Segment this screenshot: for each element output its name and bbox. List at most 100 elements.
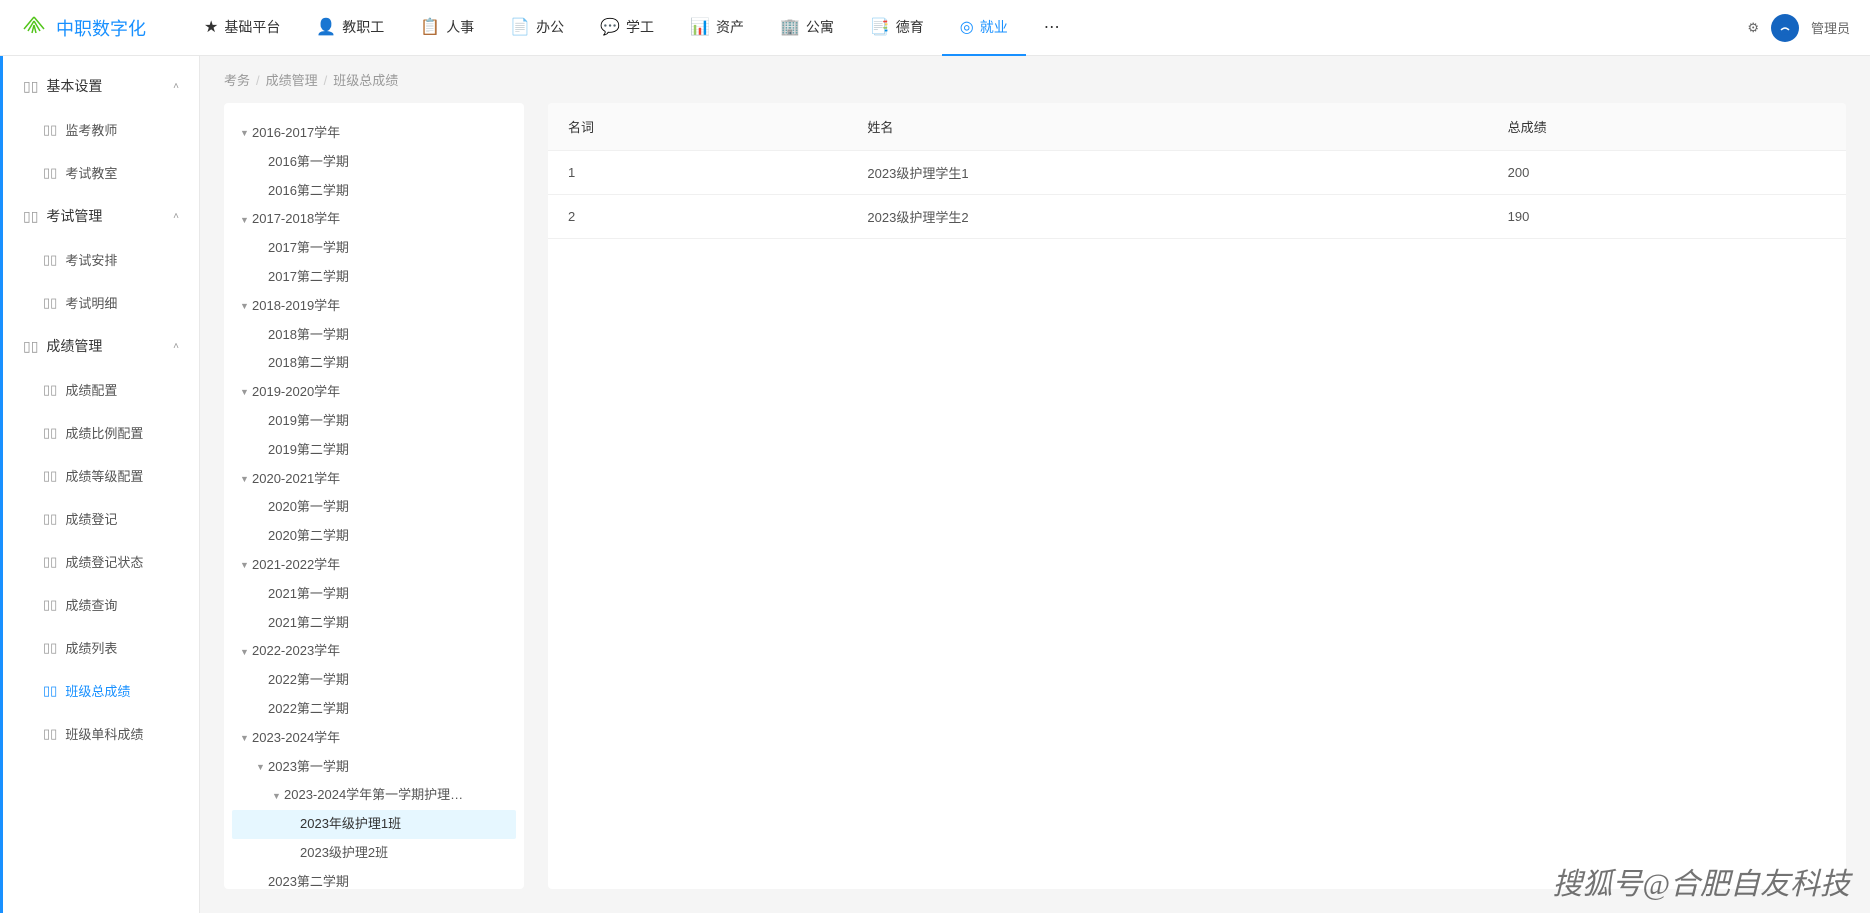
sidebar: ▯▯基本设置˄▯▯监考教师▯▯考试教室▯▯考试管理˄▯▯考试安排▯▯考试明细▯▯… [0,56,200,913]
book-icon: ▯▯ [43,425,57,441]
tree-node[interactable]: ▼2020-2021学年 [232,465,516,494]
book-icon: ▯▯ [43,726,57,742]
tree-label-text: 2018第二学期 [268,353,349,374]
chevron-up-icon: ˄ [173,81,179,92]
table-cell-index: 1 [548,151,847,195]
book-icon: ▯▯ [43,122,57,138]
tree-node[interactable]: 2023年级护理1班 [232,810,516,839]
menu-group-0[interactable]: ▯▯基本设置˄ [3,64,199,108]
menu-item-label: 成绩等级配置 [65,466,143,485]
logo[interactable]: 中职数字化 [20,14,146,42]
menu-item-1-1[interactable]: ▯▯考试明细 [3,281,199,324]
tree-node[interactable]: ▼2023-2024学年 [232,724,516,753]
top-nav-item-0[interactable]: ★ 基础平台 [186,0,298,56]
tree-node[interactable]: 2023级护理2班 [232,839,516,868]
menu-item-0-0[interactable]: ▯▯监考教师 [3,108,199,151]
menu-item-2-1[interactable]: ▯▯成绩比例配置 [3,411,199,454]
tree-node[interactable]: ▼2019-2020学年 [232,378,516,407]
caret-down-icon: ▼ [256,760,268,774]
book-icon: ▯▯ [43,683,57,699]
menu-item-2-3[interactable]: ▯▯成绩登记 [3,497,199,540]
avatar[interactable] [1771,14,1799,42]
tree-node[interactable]: ▼2022-2023学年 [232,637,516,666]
top-nav-item-6[interactable]: 🏢公寓 [762,0,852,56]
book-icon: ▯▯ [43,252,57,268]
caret-down-icon: ▼ [240,385,252,399]
app-name: 中职数字化 [56,15,146,41]
tree-node[interactable]: 2018第二学期 [232,349,516,378]
top-nav-item-3[interactable]: 📄办公 [492,0,582,56]
tree-node[interactable]: 2023第二学期 [232,868,516,889]
top-nav-item-1[interactable]: 👤 教职工 [298,0,402,56]
tree-node[interactable]: ▼2021-2022学年 [232,551,516,580]
menu-item-label: 班级总成绩 [65,681,130,700]
tree-node[interactable]: ▼2023第一学期 [232,753,516,782]
breadcrumb-item-1[interactable]: 成绩管理 [266,73,318,88]
tree-node[interactable]: 2016第二学期 [232,177,516,206]
user-name[interactable]: 管理员 [1811,18,1850,37]
nav-icon: ⋯ [1044,17,1060,37]
menu-item-2-7[interactable]: ▯▯ 班级总成绩 [3,669,199,712]
tree-label-text: 2022第一学期 [268,670,349,691]
menu-item-2-4[interactable]: ▯▯成绩登记状态 [3,540,199,583]
nav-label: 人事 [446,17,474,37]
breadcrumb-item-2: 班级总成绩 [333,73,398,88]
tree-node[interactable]: 2020第一学期 [232,493,516,522]
nav-label: 资产 [716,17,744,37]
tree-node[interactable]: ▼2018-2019学年 [232,292,516,321]
tree-node[interactable]: ▼2016-2017学年 [232,119,516,148]
table-row[interactable]: 22023级护理学生2190 [548,195,1846,239]
top-nav-item-2[interactable]: 📋人事 [402,0,492,56]
menu-item-2-2[interactable]: ▯▯成绩等级配置 [3,454,199,497]
menu-item-0-1[interactable]: ▯▯考试教室 [3,151,199,194]
gear-icon[interactable]: ⚙ [1747,20,1759,36]
tree-node[interactable]: 2019第一学期 [232,407,516,436]
nav-icon: 📊 [690,17,710,37]
book-icon: ▯▯ [43,640,57,656]
top-nav-item-4[interactable]: 💬学工 [582,0,672,56]
breadcrumb-item-0[interactable]: 考务 [224,73,250,88]
top-nav-item-7[interactable]: 📑 德育 [852,0,942,56]
tree-node[interactable]: 2017第一学期 [232,234,516,263]
tree-node[interactable]: 2022第二学期 [232,695,516,724]
tree-node[interactable]: 2021第一学期 [232,580,516,609]
menu-item-label: 成绩查询 [65,595,117,614]
tree-node[interactable]: 2017第二学期 [232,263,516,292]
nav-label: 教职工 [342,17,384,37]
tree-label-text: 2019第一学期 [268,411,349,432]
menu-title-label: 考试管理 [46,206,102,226]
tree-node[interactable]: 2019第二学期 [232,436,516,465]
menu-item-2-5[interactable]: ▯▯ 成绩查询 [3,583,199,626]
score-table: 名词姓名总成绩 12023级护理学生120022023级护理学生2190 [548,103,1846,239]
tree-node[interactable]: 2020第二学期 [232,522,516,551]
tree-label-text: 2019第二学期 [268,440,349,461]
caret-down-icon: ▼ [272,789,284,803]
book-icon: ▯▯ [23,208,38,225]
menu-group-1[interactable]: ▯▯考试管理˄ [3,194,199,238]
menu-item-2-6[interactable]: ▯▯成绩列表 [3,626,199,669]
nav-icon: 👤 [316,17,336,37]
top-nav-item-9[interactable]: ⋯ [1026,0,1078,56]
tree-label-text: 2020第二学期 [268,526,349,547]
menu-item-2-8[interactable]: ▯▯班级单科成绩 [3,712,199,755]
top-nav-item-5[interactable]: 📊 资产 [672,0,762,56]
tree-node[interactable]: 2022第一学期 [232,666,516,695]
book-icon: ▯▯ [43,597,57,613]
tree-node[interactable]: ▼2017-2018学年 [232,205,516,234]
nav-label: 基础平台 [224,17,280,37]
table-row[interactable]: 12023级护理学生1200 [548,151,1846,195]
tree-node[interactable]: ▼2023-2024学年第一学期护理… [232,781,516,810]
chevron-up-icon: ˄ [173,341,179,352]
nav-label: 德育 [896,17,924,37]
tree-panel: ▼2016-2017学年2016第一学期2016第二学期▼2017-2018学年… [224,103,524,889]
tree-node[interactable]: 2021第二学期 [232,609,516,638]
menu-item-1-0[interactable]: ▯▯考试安排 [3,238,199,281]
nav-icon: ★ [204,17,218,37]
tree-node[interactable]: 2016第一学期 [232,148,516,177]
top-nav-item-8[interactable]: ◎就业 [942,0,1026,56]
nav-icon: 📑 [870,17,890,37]
tree-node[interactable]: 2018第一学期 [232,321,516,350]
menu-item-2-0[interactable]: ▯▯成绩配置 [3,368,199,411]
menu-group-2[interactable]: ▯▯成绩管理˄ [3,324,199,368]
tree-label-text: 2021第一学期 [268,584,349,605]
